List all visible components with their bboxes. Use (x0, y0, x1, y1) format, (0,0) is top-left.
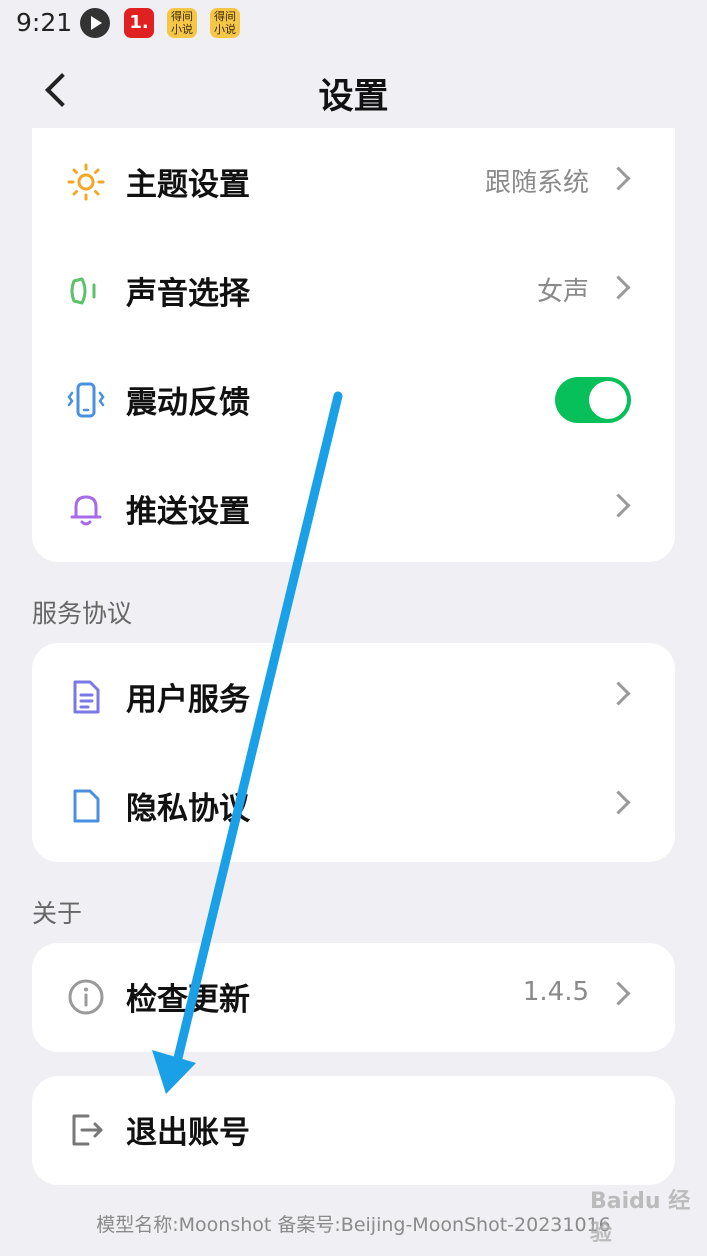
annotation-arrow-head (152, 1050, 196, 1094)
annotation-arrow-shaft (173, 391, 343, 1063)
annotation-arrow (152, 391, 343, 1094)
